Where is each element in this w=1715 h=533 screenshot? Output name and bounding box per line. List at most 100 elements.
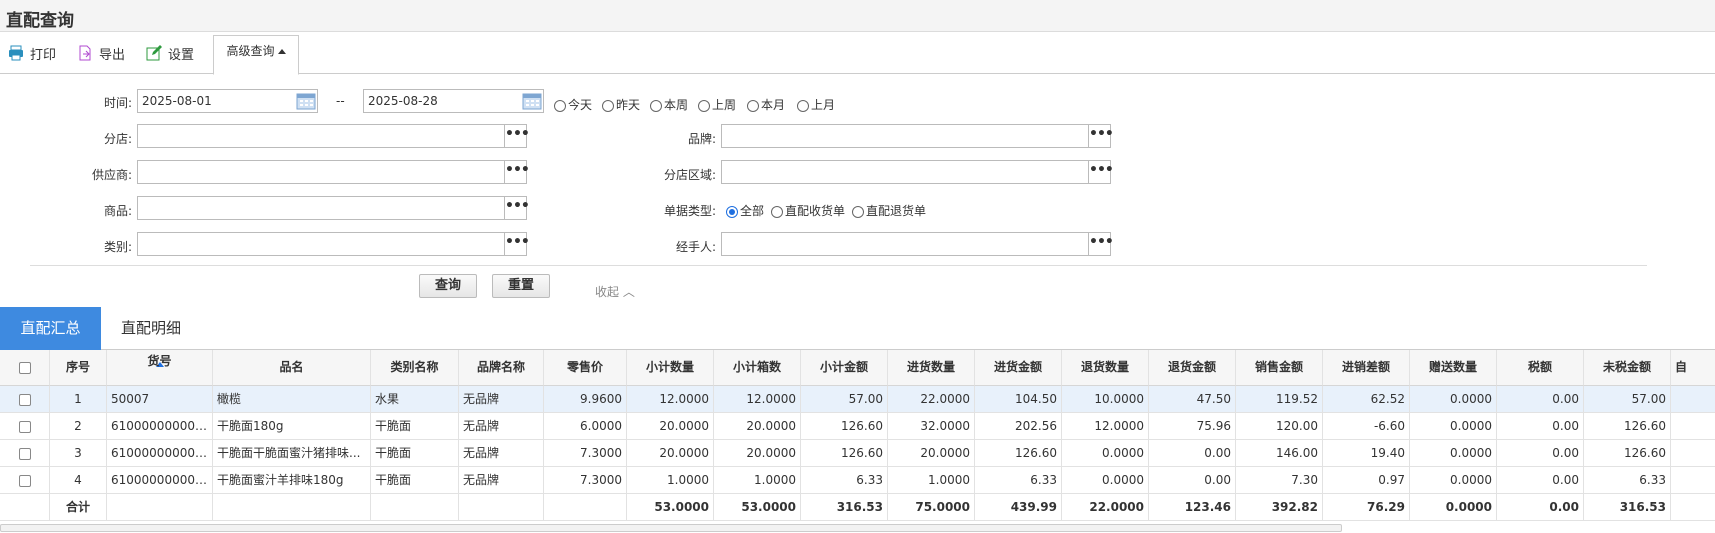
divider [30, 265, 1647, 266]
more-icon[interactable]: ••• [504, 161, 530, 183]
column-header-pretax-amount[interactable]: 未税金额 [1584, 350, 1671, 386]
column-header-purchase-qty[interactable]: 进货数量 [888, 350, 975, 386]
row-checkbox[interactable] [18, 447, 31, 460]
cell-return-qty: 0.0000 [1062, 440, 1149, 467]
table-row[interactable]: 4 6100000000032 干脆面蜜汁羊排味180g 干脆面 无品牌 7.3000 1.… [0, 467, 1715, 494]
cell-name: 干脆面180g [213, 413, 371, 440]
more-icon[interactable]: ••• [1088, 125, 1114, 147]
column-header-tax[interactable]: 税额 [1497, 350, 1584, 386]
radio-icon [698, 99, 710, 112]
handler-field[interactable]: ••• [721, 232, 1114, 256]
sort-ascending-icon[interactable] [155, 362, 164, 367]
more-icon[interactable]: ••• [504, 197, 530, 219]
cell-name: 干脆面蜜汁羊排味180g [213, 467, 371, 494]
reset-button[interactable]: 重置 [492, 274, 550, 298]
quick-range-this-week[interactable]: 本周 [650, 96, 688, 113]
horizontal-scrollbar[interactable] [0, 524, 1342, 532]
column-header-category[interactable]: 类别名称 [371, 350, 459, 386]
cell-tax: 0.00 [1497, 440, 1584, 467]
cell-purchase-qty: 1.0000 [888, 467, 975, 494]
column-header-sku[interactable]: 货号 [107, 350, 213, 386]
row-checkbox[interactable] [18, 420, 31, 433]
supplier-label: 供应商: [91, 168, 132, 182]
column-header-margin-diff[interactable]: 进销差额 [1323, 350, 1410, 386]
column-header-return-amount[interactable]: 退货金额 [1149, 350, 1236, 386]
table-row[interactable]: 1 50007 橄榄 水果 无品牌 9.9600 12.0000 12.0000 57.00 22… [0, 386, 1715, 413]
column-header-subtotal-amount[interactable]: 小计金额 [801, 350, 888, 386]
calendar-icon[interactable] [522, 92, 542, 110]
radio-icon [602, 99, 614, 112]
table-header[interactable]: 序号 货号 品名 类别名称 品牌名称 零售价 小计数量 小计箱数 小计金额 进货数量 进货金额 退货数… [0, 350, 1715, 386]
collapse-link[interactable]: 收起 ︿ [595, 283, 635, 300]
column-header-return-qty[interactable]: 退货数量 [1062, 350, 1149, 386]
column-header-gift-qty[interactable]: 赠送数量 [1410, 350, 1497, 386]
cell-margin-diff: 19.40 [1323, 440, 1410, 467]
date-from-field[interactable]: 2025-08-01 [137, 89, 318, 113]
row-select-cell[interactable] [0, 440, 50, 467]
row-select-cell[interactable] [0, 467, 50, 494]
caret-up-icon [277, 49, 286, 54]
row-select-cell[interactable] [0, 386, 50, 413]
more-icon[interactable]: ••• [504, 125, 530, 147]
category-field[interactable]: ••• [137, 232, 530, 256]
more-icon[interactable]: ••• [1088, 161, 1114, 183]
cell-pretax-amount: 57.00 [1584, 386, 1671, 413]
query-button[interactable]: 查询 [419, 274, 477, 298]
supplier-field[interactable]: ••• [137, 160, 530, 184]
select-all-cell[interactable] [0, 350, 50, 386]
column-header-name[interactable]: 品名 [213, 350, 371, 386]
quick-range-this-month[interactable]: 本月 [747, 96, 785, 113]
column-header-extra[interactable]: 自 [1671, 350, 1715, 386]
cell-sales-amount: 146.00 [1236, 440, 1323, 467]
tab-detail[interactable]: 直配明细 [121, 307, 181, 350]
cell-subtotal-boxes: 20.0000 [714, 413, 801, 440]
date-to-field[interactable]: 2025-08-28 [363, 89, 544, 113]
radio-checked-icon [726, 205, 738, 218]
table-row[interactable]: 2 6100000000018 干脆面180g 干脆面 无品牌 6.0000 20.0000… [0, 413, 1715, 440]
printer-icon [9, 45, 23, 61]
column-header-retail-price[interactable]: 零售价 [544, 350, 627, 386]
brand-field[interactable]: ••• [721, 124, 1114, 148]
table-row[interactable]: 3 6100000000025 干脆面干脆面蜜汁猪排味... 干脆面 无品牌 7.3000… [0, 440, 1715, 467]
advanced-query-tab[interactable]: 高级查询 [213, 35, 299, 75]
cell-purchase-amount: 104.50 [975, 386, 1062, 413]
cell-subtotal-boxes: 12.0000 [714, 386, 801, 413]
calendar-icon[interactable] [296, 92, 316, 110]
radio-icon [797, 99, 809, 112]
row-select-cell[interactable] [0, 413, 50, 440]
column-header-brand[interactable]: 品牌名称 [459, 350, 544, 386]
branch-field[interactable]: ••• [137, 124, 530, 148]
quick-range-last-week[interactable]: 上周 [698, 96, 736, 113]
tab-summary[interactable]: 直配汇总 [0, 307, 101, 350]
export-button[interactable]: 导出 [77, 42, 125, 64]
cell-subtotal-amount: 126.60 [801, 440, 888, 467]
quick-range-label: 上周 [712, 98, 737, 112]
quick-range-last-month[interactable]: 上月 [797, 96, 835, 113]
column-header-purchase-amount[interactable]: 进货金额 [975, 350, 1062, 386]
quick-range-today[interactable]: 今天 [554, 96, 592, 113]
more-icon[interactable]: ••• [504, 233, 530, 255]
column-header-subtotal-boxes[interactable]: 小计箱数 [714, 350, 801, 386]
select-all-checkbox[interactable] [18, 361, 31, 374]
settings-button[interactable]: 设置 [146, 42, 194, 64]
cell-sales-amount: 119.52 [1236, 386, 1323, 413]
cell-seq: 4 [50, 467, 107, 494]
row-checkbox[interactable] [18, 393, 31, 406]
doctype-receive[interactable]: 直配收货单 [771, 202, 845, 219]
branch-label: 分店: [103, 132, 132, 146]
row-checkbox[interactable] [18, 474, 31, 487]
quick-range-label: 今天 [568, 98, 593, 112]
more-icon[interactable]: ••• [1088, 233, 1114, 255]
quick-range-yesterday[interactable]: 昨天 [602, 96, 640, 113]
radio-icon [554, 99, 566, 112]
doctype-all[interactable]: 全部 [726, 202, 764, 219]
doctype-return[interactable]: 直配退货单 [852, 202, 926, 219]
footer-subtotal-qty: 53.0000 [627, 494, 714, 521]
cell-return-amount: 75.96 [1149, 413, 1236, 440]
column-header-seq[interactable]: 序号 [50, 350, 107, 386]
region-field[interactable]: ••• [721, 160, 1114, 184]
product-field[interactable]: ••• [137, 196, 530, 220]
column-header-sales-amount[interactable]: 销售金额 [1236, 350, 1323, 386]
print-button[interactable]: 打印 [8, 42, 56, 64]
column-header-subtotal-qty[interactable]: 小计数量 [627, 350, 714, 386]
